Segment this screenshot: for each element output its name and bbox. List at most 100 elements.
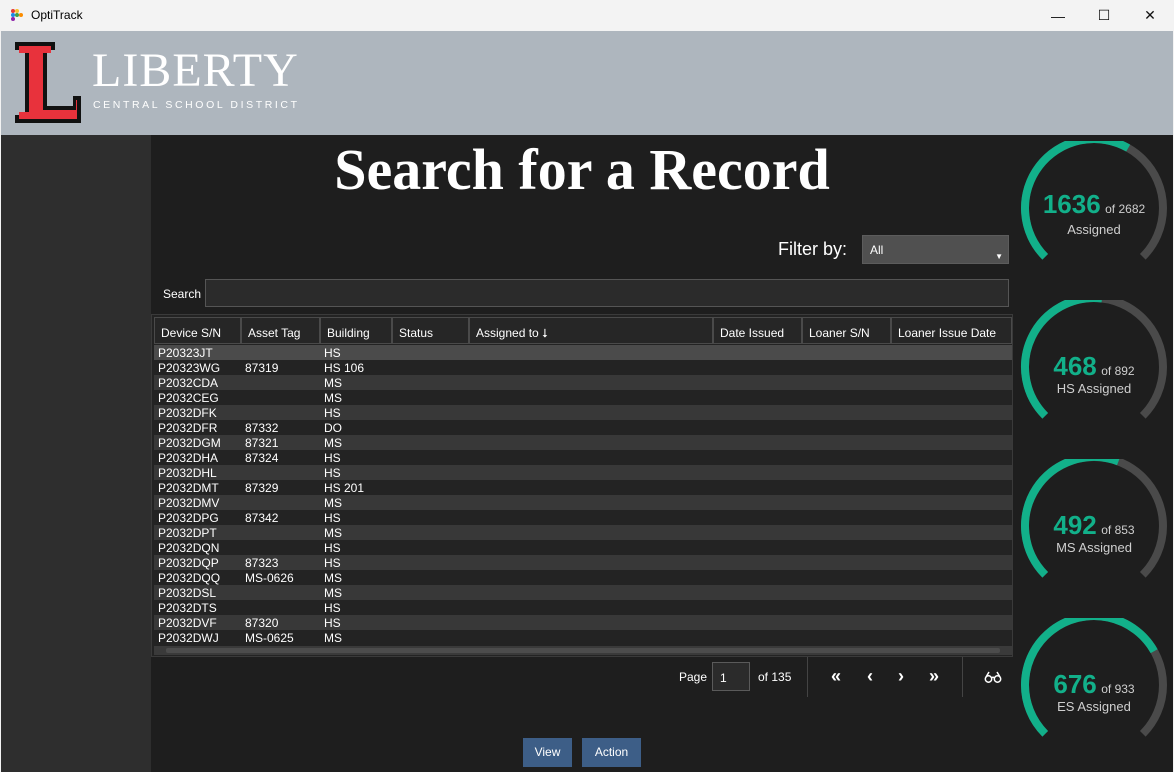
double-chevron-left-icon: « [830,666,841,686]
column-device-sn[interactable]: Device S/N [154,317,241,344]
cell-building: HS [324,541,341,555]
cell-asset-tag: 87320 [245,616,279,630]
cell-building: HS [324,511,341,525]
table-row[interactable]: P2032DFR 87332 DO [154,420,1012,435]
column-building[interactable]: Building [320,317,392,344]
cell-device-sn: P2032DWJ [158,631,219,645]
table-row[interactable]: P2032CDA MS [154,375,1012,390]
filter-value: All [870,243,884,257]
gauge-hs-assigned: 468 of 892 HS Assigned [1017,300,1171,430]
gauge-ms-assigned: 492 of 853 MS Assigned [1017,459,1171,589]
gauge-value: 1636 [1042,189,1101,219]
table-row[interactable]: P20323JT HS [154,345,1012,360]
table-row[interactable]: P2032DHL HS [154,465,1012,480]
table-row[interactable]: P2032DMV MS [154,495,1012,510]
cell-device-sn: P20323WG [158,361,221,375]
next-page-button[interactable]: › [889,666,913,688]
table-row[interactable]: P2032DQQ MS-0626 MS [154,570,1012,585]
cell-device-sn: P2032DFK [158,406,217,420]
district-header: LIBERTY CENTRAL SCHOOL DISTRICT [1,31,1173,135]
column-asset-tag[interactable]: Asset Tag [241,317,320,344]
cell-building: HS [324,466,341,480]
close-button[interactable]: ✕ [1127,0,1173,31]
cell-asset-tag: 87321 [245,436,279,450]
cell-asset-tag: MS-0625 [245,631,294,645]
maximize-icon: ☐ [1097,7,1111,23]
table-row[interactable]: P2032CEG MS [154,390,1012,405]
last-page-button[interactable]: » [922,666,946,688]
cell-building: HS [324,406,341,420]
column-date-issued[interactable]: Date Issued [713,317,802,344]
chevron-left-icon: ‹ [867,666,873,686]
cell-building: HS [324,556,341,570]
gauge-assigned: 1636 of 2682 Assigned [1017,141,1171,271]
gauge-total: of 933 [1101,682,1135,696]
cell-device-sn: P2032DSL [158,586,217,600]
page-count: of 135 [758,670,792,684]
table-body: P20323JT HS P20323WG 87319 HS 106 P2032CDA MS P… [154,345,1012,645]
scrollbar-thumb[interactable] [166,648,1000,653]
page-label: Page [679,670,708,684]
cell-building: MS [324,376,342,390]
table-row[interactable]: P2032DMT 87329 HS 201 [154,480,1012,495]
column-status[interactable]: Status [392,317,469,344]
table-row[interactable]: P2032DGM 87321 MS [154,435,1012,450]
cell-device-sn: P2032DQQ [158,571,221,585]
cell-building: HS [324,451,341,465]
cell-device-sn: P2032DQP [158,556,219,570]
table-row[interactable]: P2032DQN HS [154,540,1012,555]
maximize-button[interactable]: ☐ [1081,0,1127,31]
table-row[interactable]: P2032DTS HS [154,600,1012,615]
divider [807,657,808,697]
minimize-button[interactable]: — [1035,0,1081,31]
cell-asset-tag: 87324 [245,451,279,465]
table-row[interactable]: P2032DPG 87342 HS [154,510,1012,525]
page-title: Search for a Record [334,137,830,202]
cell-asset-tag: MS-0626 [245,571,294,585]
page-number-input[interactable]: 1 [712,662,750,691]
cell-building: HS [324,601,341,615]
cell-building: MS [324,586,342,600]
table-row[interactable]: P2032DWJ MS-0625 MS [154,630,1012,645]
double-chevron-right-icon: » [928,666,939,686]
table-row[interactable]: P2032DQP 87323 HS [154,555,1012,570]
search-input[interactable] [205,279,1009,307]
table-row[interactable]: P2032DFK HS [154,405,1012,420]
gauge-label: HS Assigned [1056,381,1132,396]
minimize-icon: — [1051,7,1065,24]
logo-subtitle: CENTRAL SCHOOL DISTRICT [93,99,300,111]
cell-building: DO [324,421,342,435]
close-icon: ✕ [1144,7,1156,23]
cell-device-sn: P2032CDA [158,376,219,390]
column-loaner-issue-date[interactable]: Loaner Issue Date [891,317,1012,344]
cell-device-sn: P2032DFR [158,421,218,435]
glasses-icon[interactable] [984,670,1002,684]
table-row[interactable]: P2032DPT MS [154,525,1012,540]
cell-building: MS [324,496,342,510]
cell-device-sn: P2032DMT [158,481,219,495]
cell-building: HS 106 [324,361,365,375]
chevron-down-icon: ▼ [995,252,1003,261]
column-assigned-to[interactable]: Assigned to ⭣ [469,317,713,344]
gauge-es-assigned: 676 of 933 ES Assigned [1017,618,1171,748]
action-button[interactable]: Action [582,738,641,767]
search-label: Search [163,287,202,301]
view-button[interactable]: View [523,738,572,767]
cell-device-sn: P2032DHL [158,466,217,480]
cell-device-sn: P2032DPT [158,526,217,540]
table-row[interactable]: P20323WG 87319 HS 106 [154,360,1012,375]
filter-dropdown[interactable]: All ▼ [862,235,1009,264]
gauge-label: Assigned [1067,222,1121,237]
first-page-button[interactable]: « [824,666,848,688]
cell-building: MS [324,391,342,405]
table-row[interactable]: P2032DHA 87324 HS [154,450,1012,465]
table-row[interactable]: P2032DSL MS [154,585,1012,600]
table-header: Device S/N Asset Tag Building Status Ass… [154,317,1012,344]
column-loaner-sn[interactable]: Loaner S/N [802,317,891,344]
records-table: Device S/N Asset Tag Building Status Ass… [151,314,1013,657]
table-row[interactable]: P2032DVF 87320 HS [154,615,1012,630]
horizontal-scrollbar[interactable] [154,646,1012,655]
gauge-label: MS Assigned [1056,540,1132,555]
prev-page-button[interactable]: ‹ [858,666,882,688]
cell-device-sn: P2032DTS [158,601,217,615]
